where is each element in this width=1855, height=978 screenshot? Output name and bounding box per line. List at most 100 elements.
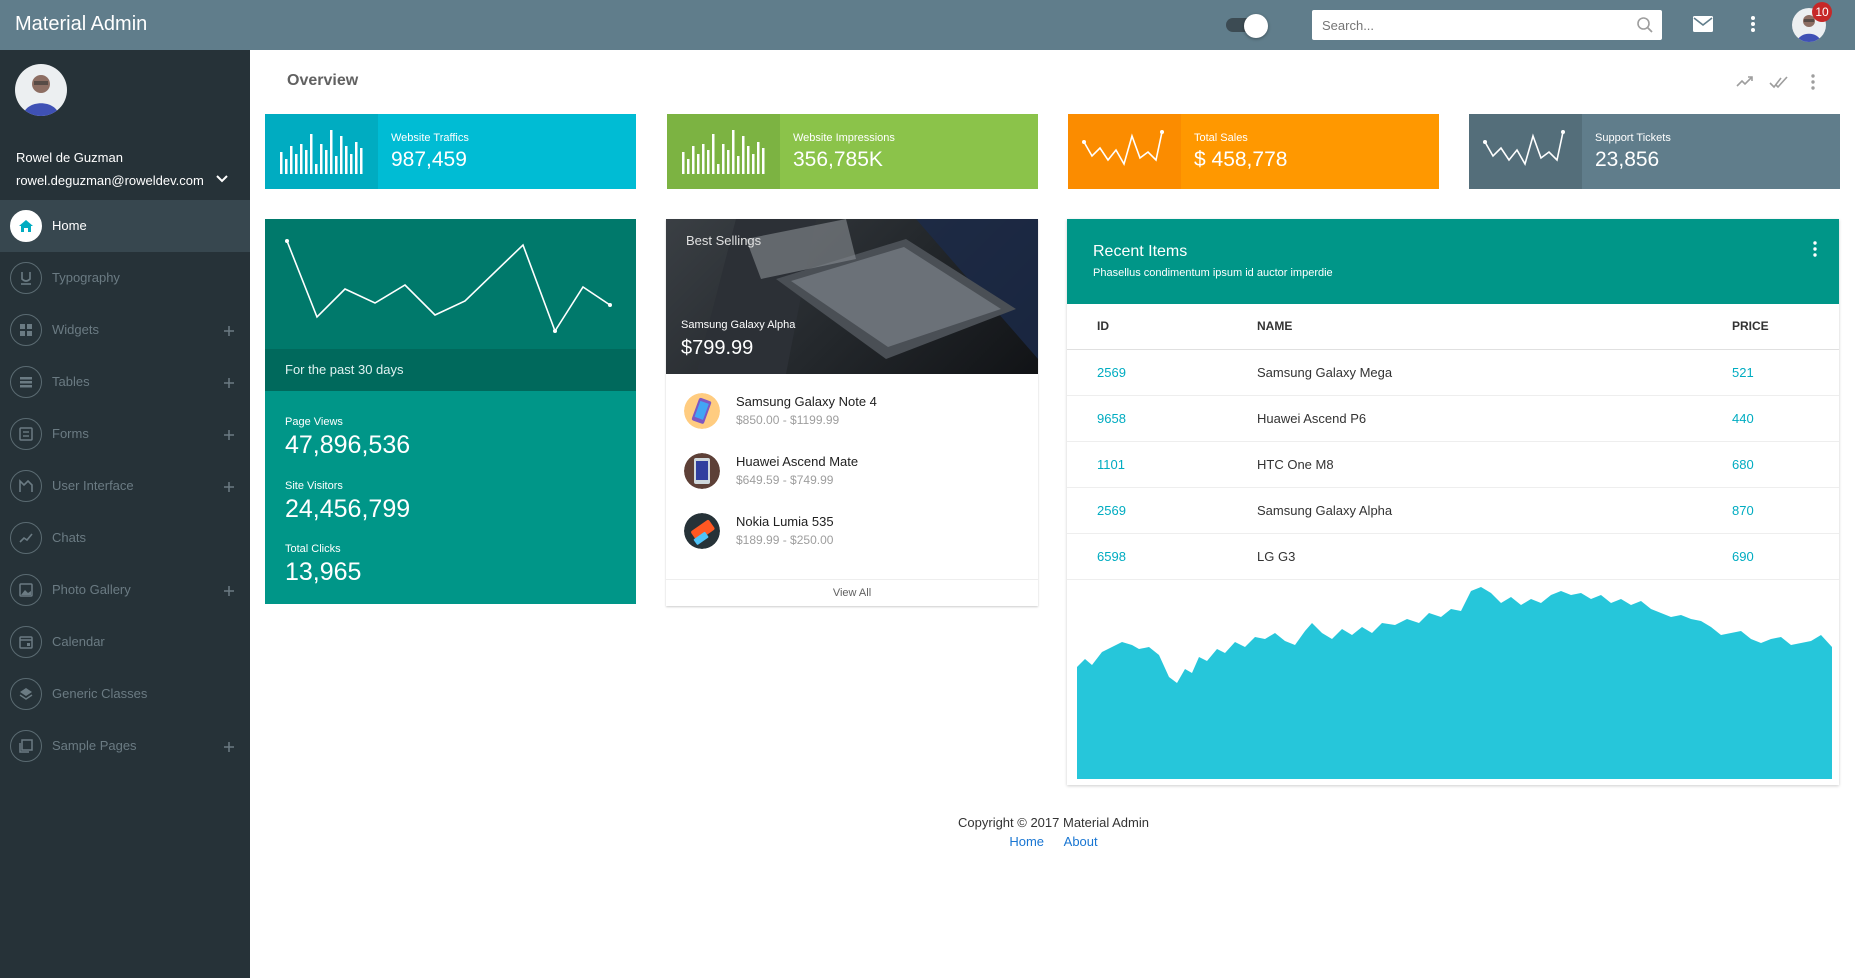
metric-label: Total Clicks bbox=[285, 543, 341, 555]
widgets-icon bbox=[10, 314, 42, 346]
column-header-price[interactable]: PRICE bbox=[1732, 304, 1839, 350]
theme-toggle[interactable] bbox=[1226, 14, 1268, 38]
footer-link-about[interactable]: About bbox=[1064, 834, 1098, 849]
item-price: 690 bbox=[1732, 533, 1839, 580]
column-header-id[interactable]: ID bbox=[1067, 304, 1257, 350]
sidebar-item-label: Generic Classes bbox=[52, 686, 148, 701]
product-thumbnail bbox=[684, 453, 720, 489]
chevron-down-icon[interactable] bbox=[214, 171, 230, 187]
metric-value: 47,896,536 bbox=[285, 431, 411, 459]
metric-label: Page Views bbox=[285, 416, 343, 428]
column-header-name[interactable]: NAME bbox=[1257, 304, 1732, 350]
list-item[interactable]: Samsung Galaxy Note 4 $850.00 - $1199.99 bbox=[684, 389, 1024, 433]
list-item[interactable]: Nokia Lumia 535 $189.99 - $250.00 bbox=[684, 509, 1024, 553]
plus-icon[interactable] bbox=[223, 376, 235, 388]
item-id[interactable]: 2569 bbox=[1067, 487, 1257, 534]
product-thumbnail bbox=[684, 513, 720, 549]
best-sellings-title: Best Sellings bbox=[686, 233, 762, 248]
stat-card-support-tickets[interactable]: Support Tickets 23,856 bbox=[1469, 114, 1840, 189]
search-icon[interactable] bbox=[1636, 16, 1654, 34]
copyright-text: Copyright © 2017 Material Admin bbox=[958, 815, 1149, 830]
item-name: LG G3 bbox=[1257, 533, 1732, 580]
done-all-icon[interactable] bbox=[1769, 72, 1789, 92]
stat-title: Total Sales bbox=[1194, 132, 1248, 144]
plus-icon[interactable] bbox=[223, 584, 235, 596]
item-id[interactable]: 6598 bbox=[1067, 533, 1257, 580]
sidebar-item-generic-classes[interactable]: Generic Classes bbox=[0, 668, 250, 720]
sidebar-item-tables[interactable]: Tables bbox=[0, 356, 250, 408]
plus-icon[interactable] bbox=[223, 740, 235, 752]
typography-icon bbox=[10, 262, 42, 294]
user-interface-icon bbox=[10, 470, 42, 502]
plus-icon[interactable] bbox=[223, 324, 235, 336]
sidebar-item-label: Photo Gallery bbox=[52, 582, 131, 597]
table-row[interactable]: 2569 Samsung Galaxy Mega 521 bbox=[1067, 349, 1839, 396]
sidebar-item-widgets[interactable]: Widgets bbox=[0, 304, 250, 356]
bar-sparkline-icon bbox=[265, 114, 378, 189]
recent-items-subtitle: Phasellus condimentum ipsum id auctor im… bbox=[1093, 267, 1333, 279]
profile-name: Rowel de Guzman bbox=[16, 150, 123, 165]
traffic-line-chart bbox=[265, 219, 636, 349]
mail-icon[interactable] bbox=[1692, 15, 1714, 33]
stat-card-website-impressions[interactable]: Website Impressions 356,785K bbox=[667, 114, 1038, 189]
best-sellings-card: Best Sellings Samsung Galaxy Alpha $799.… bbox=[666, 219, 1038, 606]
item-price: 680 bbox=[1732, 441, 1839, 488]
item-name: Samsung Galaxy Alpha bbox=[1257, 487, 1732, 534]
sidebar-item-calendar[interactable]: Calendar bbox=[0, 616, 250, 668]
product-name: Huawei Ascend Mate bbox=[736, 454, 859, 469]
sidebar-item-chats[interactable]: Chats bbox=[0, 512, 250, 564]
product-thumbnail bbox=[684, 393, 720, 429]
sidebar-item-home[interactable]: Home bbox=[0, 200, 250, 252]
view-all-button[interactable]: View All bbox=[666, 579, 1038, 605]
footer-links: Home About bbox=[860, 834, 1247, 849]
stat-card-website-traffics[interactable]: Website Traffics 987,459 bbox=[265, 114, 636, 189]
stat-value: $ 458,778 bbox=[1194, 148, 1288, 171]
recent-items-area-chart bbox=[1077, 587, 1832, 779]
table-row[interactable]: 1101 HTC One M8 680 bbox=[1067, 441, 1839, 488]
more-vert-icon[interactable] bbox=[1805, 239, 1825, 259]
plus-icon[interactable] bbox=[223, 428, 235, 440]
sidebar-item-typography[interactable]: Typography bbox=[0, 252, 250, 304]
stat-title: Support Tickets bbox=[1595, 132, 1671, 144]
table-row[interactable]: 6598 LG G3 690 bbox=[1067, 533, 1839, 580]
stat-card-total-sales[interactable]: Total Sales $ 458,778 bbox=[1068, 114, 1439, 189]
sidebar-item-label: Calendar bbox=[52, 634, 105, 649]
metric-value: 13,965 bbox=[285, 558, 362, 586]
stat-title: Website Traffics bbox=[391, 132, 469, 144]
sidebar-item-forms[interactable]: Forms bbox=[0, 408, 250, 460]
more-vert-icon[interactable] bbox=[1742, 13, 1764, 35]
sidebar-item-label: Chats bbox=[52, 530, 86, 545]
metric-label: Site Visitors bbox=[285, 480, 343, 492]
table-row[interactable]: 9658 Huawei Ascend P6 440 bbox=[1067, 395, 1839, 442]
product-price-range: $189.99 - $250.00 bbox=[736, 533, 834, 547]
list-item[interactable]: Huawei Ascend Mate $649.59 - $749.99 bbox=[684, 449, 1024, 493]
item-id[interactable]: 9658 bbox=[1067, 395, 1257, 442]
item-id[interactable]: 2569 bbox=[1067, 349, 1257, 396]
more-vert-icon[interactable] bbox=[1803, 72, 1823, 92]
metric-site-visitors: Site Visitors 24,456,799 bbox=[285, 480, 410, 524]
footer-link-home[interactable]: Home bbox=[1009, 834, 1044, 849]
recent-items-header: Recent Items Phasellus condimentum ipsum… bbox=[1067, 219, 1839, 304]
item-id[interactable]: 1101 bbox=[1067, 441, 1257, 488]
featured-product-price: $799.99 bbox=[681, 337, 754, 359]
recent-items-card: Recent Items Phasellus condimentum ipsum… bbox=[1067, 219, 1839, 785]
stat-value: 356,785K bbox=[793, 148, 883, 171]
stat-value: 23,856 bbox=[1595, 148, 1660, 171]
trending-up-icon[interactable] bbox=[1735, 72, 1755, 92]
item-price: 870 bbox=[1732, 487, 1839, 534]
traffic-period: For the past 30 days bbox=[265, 349, 636, 391]
sidebar-item-photo-gallery[interactable]: Photo Gallery bbox=[0, 564, 250, 616]
plus-icon[interactable] bbox=[223, 480, 235, 492]
sidebar-item-user-interface[interactable]: User Interface bbox=[0, 460, 250, 512]
traffic-card: For the past 30 days Page Views 47,896,5… bbox=[265, 219, 636, 604]
table-row[interactable]: 2569 Samsung Galaxy Alpha 870 bbox=[1067, 487, 1839, 534]
metric-total-clicks: Total Clicks 13,965 bbox=[285, 543, 361, 587]
sidebar-item-sample-pages[interactable]: Sample Pages bbox=[0, 720, 250, 772]
sidebar-item-label: Forms bbox=[52, 426, 89, 441]
calendar-icon bbox=[10, 626, 42, 658]
search-input[interactable] bbox=[1312, 10, 1622, 40]
product-price-range: $649.59 - $749.99 bbox=[736, 473, 834, 487]
featured-product-image[interactable]: Best Sellings Samsung Galaxy Alpha $799.… bbox=[666, 219, 1038, 374]
brand-title[interactable]: Material Admin bbox=[15, 13, 147, 36]
top-navbar: Material Admin 10 bbox=[0, 0, 1855, 50]
